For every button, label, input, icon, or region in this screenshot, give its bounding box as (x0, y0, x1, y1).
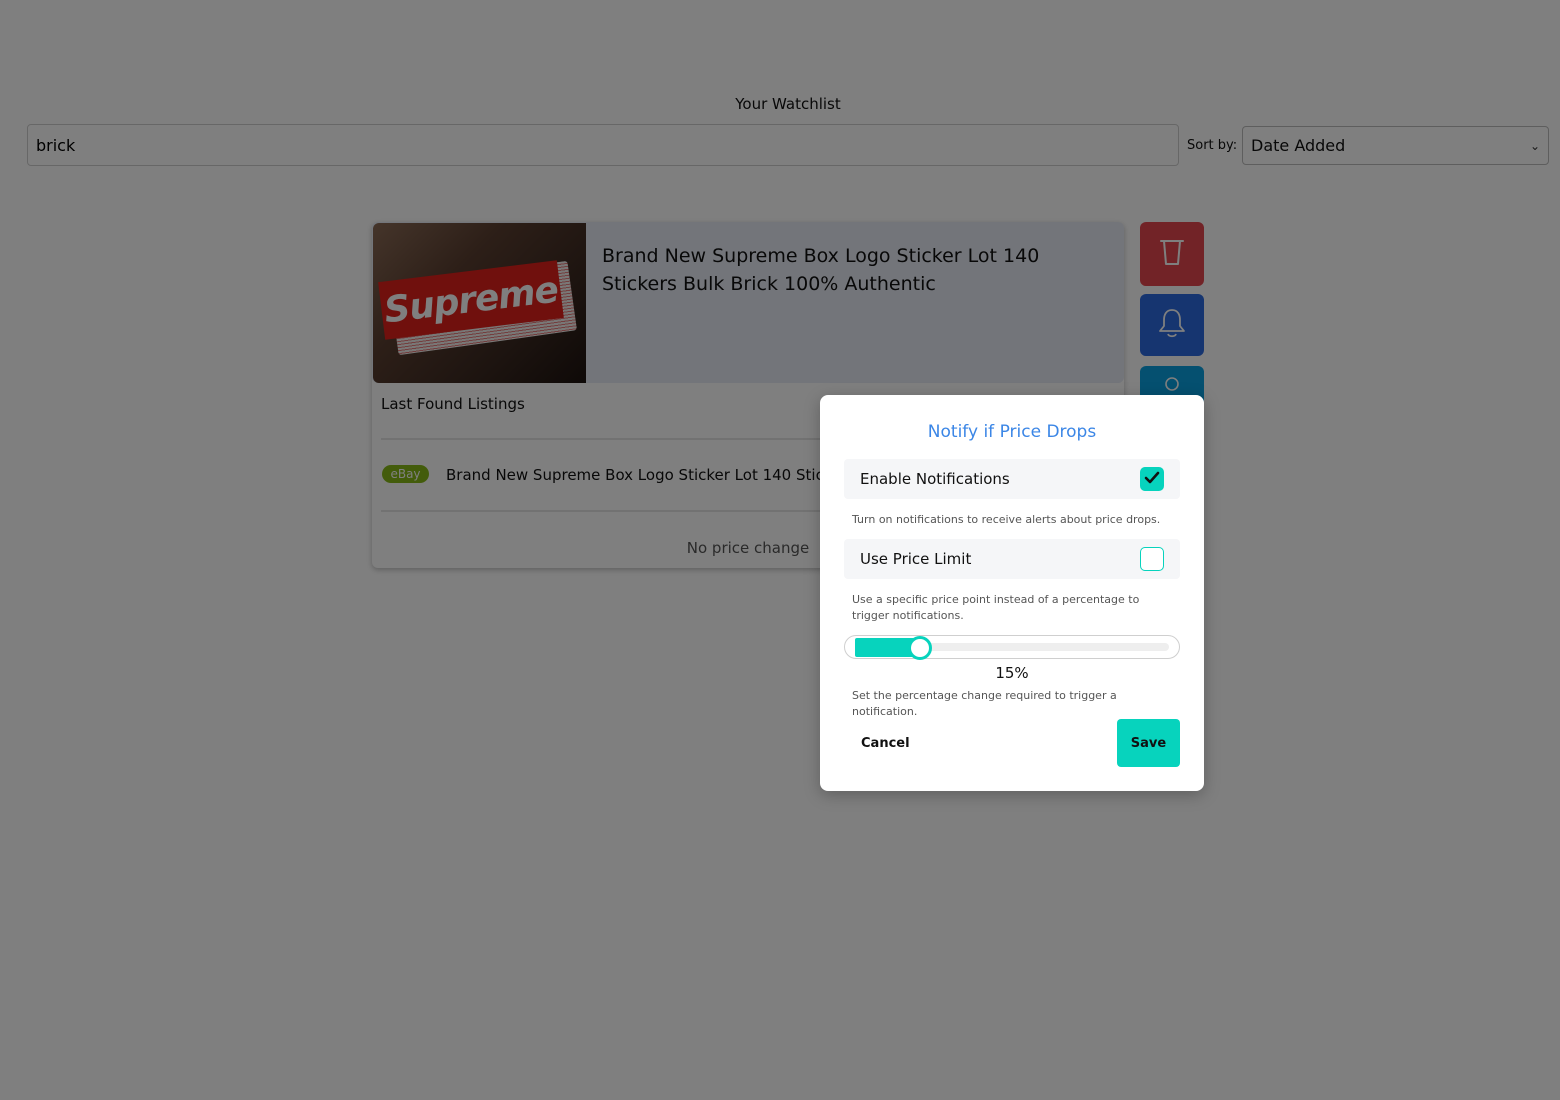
enable-notifications-checkbox[interactable] (1140, 467, 1164, 491)
slider-value: 15% (995, 664, 1029, 682)
checkmark-icon (1144, 470, 1160, 489)
slider-help: Set the percentage change required to tr… (852, 689, 1117, 718)
percentage-slider[interactable] (844, 635, 1180, 660)
enable-notifications-help: Turn on notifications to receive alerts … (852, 513, 1161, 526)
price-limit-label: Use Price Limit (860, 550, 972, 568)
price-limit-help: Use a specific price point instead of a … (852, 593, 1140, 622)
enable-notifications-label: Enable Notifications (860, 470, 1010, 488)
modal-title: Notify if Price Drops (927, 422, 1097, 442)
slider-thumb[interactable] (908, 636, 932, 660)
price-limit-row[interactable]: Use Price Limit (844, 539, 1180, 579)
save-button[interactable]: Save (1117, 719, 1180, 767)
price-limit-checkbox[interactable] (1140, 547, 1164, 571)
enable-notifications-row[interactable]: Enable Notifications (844, 459, 1180, 499)
modal-backdrop[interactable] (0, 0, 1560, 1100)
price-drop-modal: Notify if Price Drops Enable Notificatio… (820, 395, 1204, 791)
cancel-button[interactable]: Cancel (848, 731, 914, 755)
